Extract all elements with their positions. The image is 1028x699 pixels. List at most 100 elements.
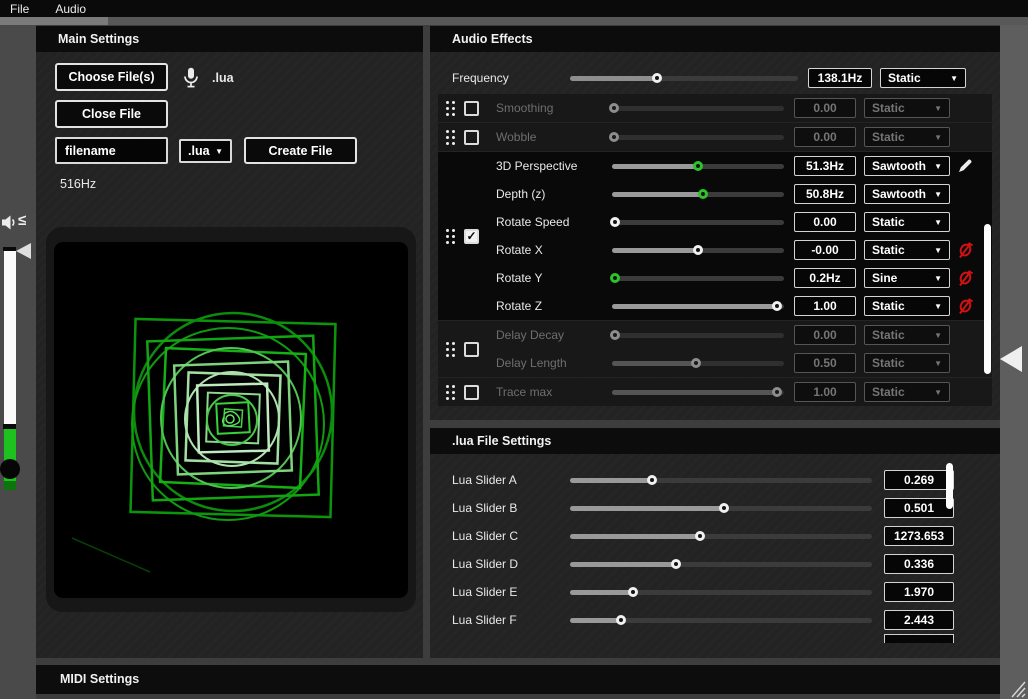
lua-slider-f[interactable] (570, 611, 872, 629)
resize-grip-icon[interactable] (1007, 676, 1027, 698)
trace-max-mode-dropdown[interactable]: Static ▼ (864, 382, 950, 402)
wobble-value[interactable]: 0.00 (794, 127, 856, 147)
delay-decay-slider[interactable] (612, 326, 784, 344)
delay-length-mode-dropdown[interactable]: Static ▼ (864, 353, 950, 373)
lua-slider-e-value[interactable]: 1.970 (884, 582, 954, 602)
lua-slider-a-value[interactable]: 0.269 (884, 470, 954, 490)
mode-value: Static (872, 328, 905, 342)
extension-dropdown[interactable]: .lua ▼ (179, 139, 232, 163)
mode-value: Sawtooth (872, 159, 926, 173)
close-file-button[interactable]: Close File (55, 100, 168, 128)
rotate-x-slider[interactable] (612, 241, 784, 259)
delay-checkbox[interactable] (464, 342, 479, 357)
lua-slider-b-value[interactable]: 0.501 (884, 498, 954, 518)
frequency-value[interactable]: 138.1Hz (808, 68, 872, 88)
lua-slider-e[interactable] (570, 583, 872, 601)
edit-pencil-icon[interactable] (957, 158, 973, 174)
mode-value: Static (872, 385, 905, 399)
lua-scrollbar[interactable] (946, 463, 953, 509)
rotation-axis-icon[interactable] (957, 297, 974, 316)
create-file-button[interactable]: Create File (244, 137, 357, 164)
rotate-x-mode-dropdown[interactable]: Static ▼ (864, 240, 950, 260)
lua-row-f: Lua Slider F 2.443 (430, 606, 1000, 634)
rotate-speed-mode-dropdown[interactable]: Static ▼ (864, 212, 950, 232)
rotate-z-slider[interactable] (612, 297, 784, 315)
chevron-down-icon: ▼ (215, 147, 223, 156)
oscilloscope-canvas[interactable] (54, 242, 408, 598)
rotate-y-mode-dropdown[interactable]: Sine ▼ (864, 268, 950, 288)
effect-row-rotate-z: Rotate Z 1.00 Static ▼ (496, 292, 992, 320)
rotate-x-value[interactable]: -0.00 (794, 240, 856, 260)
wobble-checkbox[interactable] (464, 130, 479, 145)
drag-handle-icon[interactable] (446, 229, 455, 244)
rotate-z-mode-dropdown[interactable]: Static ▼ (864, 296, 950, 316)
current-file-extension: .lua (212, 71, 234, 85)
drag-handle-icon[interactable] (446, 342, 455, 357)
drag-handle-icon[interactable] (446, 101, 455, 116)
delay-decay-mode-dropdown[interactable]: Static ▼ (864, 325, 950, 345)
volume-slider-thumb[interactable] (0, 459, 20, 479)
effect-label: Rotate Speed (496, 215, 612, 229)
3d-perspective-slider[interactable] (612, 157, 784, 175)
rotate-group-checkbox[interactable]: ✓ (464, 229, 479, 244)
chevron-down-icon: ▼ (934, 246, 942, 255)
rotate-y-slider[interactable] (612, 269, 784, 287)
lua-slider-d[interactable] (570, 555, 872, 573)
smoothing-checkbox[interactable] (464, 101, 479, 116)
midi-settings-bar[interactable]: MIDI Settings (36, 665, 1000, 694)
effect-row-depth-z: Depth (z) 50.8Hz Sawtooth ▼ (496, 180, 992, 208)
frequency-slider[interactable] (570, 69, 798, 87)
delay-decay-value[interactable]: 0.00 (794, 325, 856, 345)
trace-max-slider[interactable] (612, 383, 784, 401)
effects-scrollbar[interactable] (984, 224, 991, 374)
rotate-speed-value[interactable]: 0.00 (794, 212, 856, 232)
wobble-slider[interactable] (612, 128, 784, 146)
depth-z-value[interactable]: 50.8Hz (794, 184, 856, 204)
choose-files-button[interactable]: Choose File(s) (55, 63, 168, 91)
rotate-y-value[interactable]: 0.2Hz (794, 268, 856, 288)
volume-threshold-marker[interactable] (16, 243, 31, 259)
mode-value: Static (872, 215, 905, 229)
lua-slider-c-value[interactable]: 1273.653 (884, 526, 954, 546)
menu-audio[interactable]: Audio (55, 2, 86, 16)
trace-max-value[interactable]: 1.00 (794, 382, 856, 402)
frequency-mode-dropdown[interactable]: Static ▼ (880, 68, 966, 88)
rotation-axis-icon[interactable] (957, 269, 974, 288)
main-settings-panel: Main Settings Choose File(s) .lua Close … (36, 26, 423, 658)
3d-perspective-mode-dropdown[interactable]: Sawtooth ▼ (864, 156, 950, 176)
smoothing-value[interactable]: 0.00 (794, 98, 856, 118)
mode-value: Sine (872, 271, 897, 285)
volume-meter-level-dark (4, 481, 16, 490)
top-strip (0, 17, 1028, 25)
collapse-panel-arrow[interactable] (1000, 346, 1022, 372)
less-equal-icon: ≤ (18, 212, 26, 229)
lua-slider-f-value[interactable]: 2.443 (884, 610, 954, 630)
lua-row-e: Lua Slider E 1.970 (430, 578, 1000, 606)
lua-row-c: Lua Slider C 1273.653 (430, 522, 1000, 550)
depth-z-mode-dropdown[interactable]: Sawtooth ▼ (864, 184, 950, 204)
delay-length-value[interactable]: 0.50 (794, 353, 856, 373)
depth-z-slider[interactable] (612, 185, 784, 203)
rotate-speed-slider[interactable] (612, 213, 784, 231)
drag-handle-icon[interactable] (446, 385, 455, 400)
lua-slider-a[interactable] (570, 471, 872, 489)
trace-max-checkbox[interactable] (464, 385, 479, 400)
lua-slider-c[interactable] (570, 527, 872, 545)
volume-meter-track[interactable] (4, 251, 16, 424)
menu-file[interactable]: File (10, 2, 29, 16)
filename-input[interactable]: filename (55, 137, 168, 164)
rotate-z-value[interactable]: 1.00 (794, 296, 856, 316)
3d-perspective-value[interactable]: 51.3Hz (794, 156, 856, 176)
smoothing-mode-dropdown[interactable]: Static ▼ (864, 98, 950, 118)
wobble-mode-dropdown[interactable]: Static ▼ (864, 127, 950, 147)
smoothing-slider[interactable] (612, 99, 784, 117)
lua-slider-rows: Lua Slider A 0.269 Lua Slider B 0.501 Lu… (430, 466, 1000, 634)
microphone-icon[interactable] (183, 67, 199, 88)
lua-slider-b[interactable] (570, 499, 872, 517)
rotation-axis-icon[interactable] (957, 241, 974, 260)
chevron-down-icon: ▼ (934, 359, 942, 368)
drag-handle-icon[interactable] (446, 130, 455, 145)
lua-slider-d-value[interactable]: 0.336 (884, 554, 954, 574)
audio-effects-panel: Audio Effects Frequency 138.1Hz Static ▼ (430, 26, 1000, 420)
delay-length-slider[interactable] (612, 354, 784, 372)
